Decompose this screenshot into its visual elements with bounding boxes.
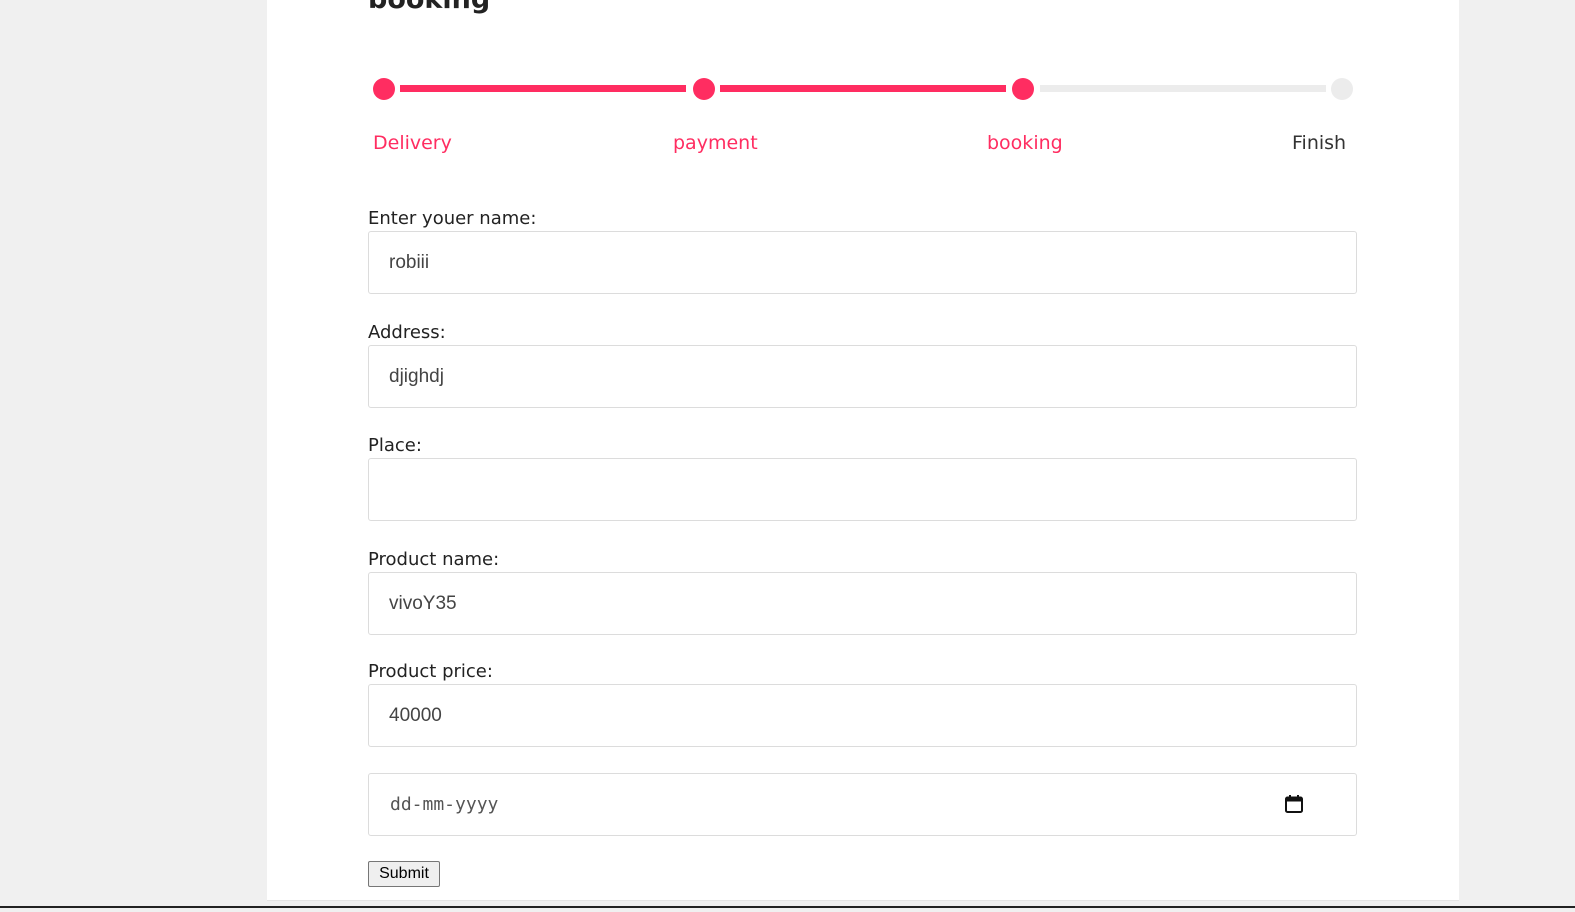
progress-dot-finish bbox=[1331, 78, 1353, 100]
submit-button[interactable]: Submit bbox=[368, 861, 440, 887]
product-name-label: Product name: bbox=[368, 549, 500, 570]
product-name-input[interactable] bbox=[368, 572, 1357, 635]
product-price-label: Product price: bbox=[368, 661, 493, 682]
page-title: booking bbox=[368, 0, 490, 18]
address-label: Address: bbox=[368, 322, 446, 343]
booking-card: booking Delivery payment booking Finish … bbox=[267, 0, 1459, 901]
progress-dot-payment bbox=[693, 78, 715, 100]
progress-tracker bbox=[368, 76, 1356, 102]
name-label: Enter youer name: bbox=[368, 208, 537, 229]
address-input[interactable] bbox=[368, 345, 1357, 408]
place-input[interactable] bbox=[368, 458, 1357, 521]
calendar-icon[interactable] bbox=[1284, 794, 1304, 814]
progress-bar-segment-3 bbox=[1040, 85, 1326, 92]
step-label-booking: booking bbox=[987, 132, 1063, 154]
date-placeholder: dd-mm-yyyy bbox=[390, 794, 499, 815]
name-input[interactable] bbox=[368, 231, 1357, 294]
bottom-border bbox=[0, 906, 1575, 908]
place-label: Place: bbox=[368, 435, 422, 456]
progress-dot-booking bbox=[1012, 78, 1034, 100]
step-label-payment: payment bbox=[673, 132, 758, 154]
date-input[interactable]: dd-mm-yyyy bbox=[368, 773, 1357, 836]
product-price-input[interactable] bbox=[368, 684, 1357, 747]
progress-bar-segment-1 bbox=[400, 85, 686, 92]
step-label-delivery: Delivery bbox=[373, 132, 452, 154]
progress-bar-segment-2 bbox=[720, 85, 1006, 92]
step-label-finish: Finish bbox=[1292, 132, 1347, 154]
progress-dot-delivery bbox=[373, 78, 395, 100]
